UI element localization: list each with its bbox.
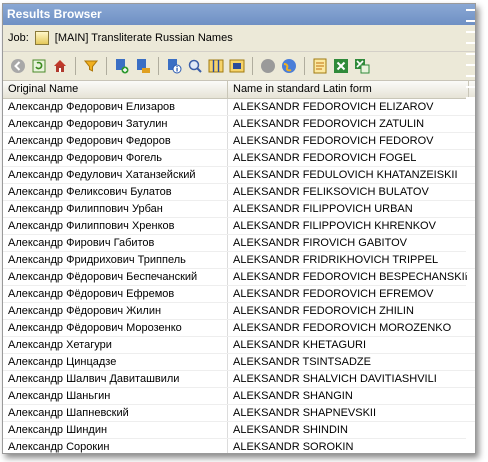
table-row[interactable]: Александр Фёдорович Беспечанский ALEKSAND… [3,269,475,286]
globe-icon[interactable] [280,57,298,75]
table-row[interactable]: Александр Федулович Хатанзейский ALEKSAND… [3,167,475,184]
job-label: Job: [8,32,29,44]
table-row[interactable]: Александр Фёдорович Ефремов ALEKSANDR FED… [3,286,475,303]
table-row[interactable]: Александр Цинцадзе ALEKSANDR TSINTSADZE [3,354,475,371]
original-name-cell[interactable]: Александр Федорович Федоров [3,133,228,149]
original-name-cell[interactable]: Александр Федорович Затулин [3,116,228,132]
excel-export-icon[interactable] [353,57,371,75]
latin-name-cell[interactable]: ALEKSANDR TSINTSADZE [228,354,468,370]
export-icon[interactable] [134,57,152,75]
latin-name-cell[interactable]: ALEKSANDR SOROKIN [228,439,468,453]
latin-name-cell[interactable]: ALEKSANDR FEDOROVICH FOGEL [228,150,468,166]
original-name-cell[interactable]: Александр Цинцадзе [3,354,228,370]
column-header-latin-name[interactable]: Name in standard Latin form [228,81,469,98]
original-name-cell[interactable]: Александр Шалвич Давиташвили [3,371,228,387]
table-row[interactable]: Александр Фридрихович Триппель ALEKSANDR … [3,252,475,269]
table-row[interactable]: Александр Фёдорович Морозенко ALEKSANDR F… [3,320,475,337]
original-name-cell[interactable]: Александр Шиндин [3,422,228,438]
original-name-cell[interactable]: Александр Федорович Фогель [3,150,228,166]
latin-name-cell[interactable]: ALEKSANDR FEDOROVICH ELIZAROV [228,99,468,115]
results-browser-window: Results Browser Job: [MAIN] Transliterat… [2,3,476,454]
settings-icon[interactable] [228,57,246,75]
original-name-cell[interactable]: Александр Фёдорович Беспечанский [3,269,228,285]
job-value: [MAIN] Transliterate Russian Names [54,32,233,44]
original-name-cell[interactable]: Александр Хетагури [3,337,228,353]
latin-name-cell[interactable]: ALEKSANDR FILIPPOVICH KHRENKOV [228,218,468,234]
table-row[interactable]: Александр Федорович Елизаров ALEKSANDR FE… [3,99,475,116]
table-row[interactable]: Александр Шиндин ALEKSANDR SHINDIN [3,422,475,439]
job-bar: Job: [MAIN] Transliterate Russian Names [3,25,475,52]
original-name-cell[interactable]: Александр Фирович Габитов [3,235,228,251]
refresh-icon[interactable] [30,57,48,75]
latin-name-cell[interactable]: ALEKSANDR FEDULOVICH KHATANZEISKII [228,167,468,183]
columns-icon[interactable] [207,57,225,75]
add-icon[interactable] [113,57,131,75]
excel-icon[interactable] [332,57,350,75]
toolbar-separator [106,57,107,75]
search-icon[interactable] [186,57,204,75]
toolbar [3,52,475,81]
back-icon[interactable] [9,57,27,75]
latin-name-cell[interactable]: ALEKSANDR FIROVICH GABITOV [228,235,468,251]
toolbar-separator [75,57,76,75]
latin-name-cell[interactable]: ALEKSANDR SHANGIN [228,388,468,404]
latin-name-cell[interactable]: ALEKSANDR FEDOROVICH EFREMOV [228,286,468,302]
stop-icon[interactable] [259,57,277,75]
latin-name-cell[interactable]: ALEKSANDR FEDOROVICH BESPECHANSKII [228,269,468,285]
latin-name-cell[interactable]: ALEKSANDR FEDOROVICH ZATULIN [228,116,468,132]
original-name-cell[interactable]: Александр Фёдорович Морозенко [3,320,228,336]
table-row[interactable]: Александр Федорович Фогель ALEKSANDR FEDO… [3,150,475,167]
toolbar-separator [304,57,305,75]
original-name-cell[interactable]: Александр Федорович Елизаров [3,99,228,115]
table-header: Original Name Name in standard Latin for… [3,81,475,99]
filter-icon[interactable] [82,57,100,75]
report-icon[interactable] [311,57,329,75]
table-row[interactable]: Александр Федорович Федоров ALEKSANDR FED… [3,133,475,150]
table-row[interactable]: Александр Филиппович Хренков ALEKSANDR FI… [3,218,475,235]
latin-name-cell[interactable]: ALEKSANDR KHETAGURI [228,337,468,353]
toolbar-separator [158,57,159,75]
latin-name-cell[interactable]: ALEKSANDR SHINDIN [228,422,468,438]
original-name-cell[interactable]: Александр Фёдорович Ефремов [3,286,228,302]
latin-name-cell[interactable]: ALEKSANDR FELIKSOVICH BULATOV [228,184,468,200]
window-title: Results Browser [3,4,475,25]
table-row[interactable]: Александр Федорович Затулин ALEKSANDR FED… [3,116,475,133]
latin-name-cell[interactable]: ALEKSANDR FRIDRIKHOVICH TRIPPEL [228,252,468,268]
table-row[interactable]: Александр Сорокин ALEKSANDR SOROKIN [3,439,475,453]
column-header-original-name[interactable]: Original Name [3,81,228,98]
original-name-cell[interactable]: Александр Феликсович Булатов [3,184,228,200]
latin-name-cell[interactable]: ALEKSANDR FEDOROVICH FEDOROV [228,133,468,149]
latin-name-cell[interactable]: ALEKSANDR FEDOROVICH ZHILIN [228,303,468,319]
original-name-cell[interactable]: Александр Фридрихович Триппель [3,252,228,268]
table-row[interactable]: Александр Шапневский ALEKSANDR SHAPNEVSKI… [3,405,475,422]
table-row[interactable]: Александр Хетагури ALEKSANDR KHETAGURI [3,337,475,354]
latin-name-cell[interactable]: ALEKSANDR FILIPPOVICH URBAN [228,201,468,217]
table-row[interactable]: Александр Феликсович Булатов ALEKSANDR FE… [3,184,475,201]
latin-name-cell[interactable]: ALEKSANDR SHALVICH DAVITIASHVILI [228,371,468,387]
home-icon[interactable] [51,57,69,75]
original-name-cell[interactable]: Александр Филиппович Урбан [3,201,228,217]
table-row[interactable]: Александр Фирович Габитов ALEKSANDR FIROV… [3,235,475,252]
original-name-cell[interactable]: Александр Федулович Хатанзейский [3,167,228,183]
table-body: Александр Федорович Елизаров ALEKSANDR FE… [3,99,475,453]
toolbar-separator [252,57,253,75]
table-row[interactable]: Александр Фёдорович Жилин ALEKSANDR FEDOR… [3,303,475,320]
job-icon [34,31,49,45]
table-row[interactable]: Александр Филиппович Урбан ALEKSANDR FILI… [3,201,475,218]
table-row[interactable]: Александр Шаньгин ALEKSANDR SHANGIN [3,388,475,405]
info-icon[interactable] [165,57,183,75]
latin-name-cell[interactable]: ALEKSANDR SHAPNEVSKII [228,405,468,421]
results-table: Original Name Name in standard Latin for… [3,81,475,453]
original-name-cell[interactable]: Александр Шапневский [3,405,228,421]
latin-name-cell[interactable]: ALEKSANDR FEDOROVICH MOROZENKO [228,320,468,336]
original-name-cell[interactable]: Александр Сорокин [3,439,228,453]
original-name-cell[interactable]: Александр Филиппович Хренков [3,218,228,234]
original-name-cell[interactable]: Александр Фёдорович Жилин [3,303,228,319]
table-row[interactable]: Александр Шалвич Давиташвили ALEKSANDR SH… [3,371,475,388]
original-name-cell[interactable]: Александр Шаньгин [3,388,228,404]
